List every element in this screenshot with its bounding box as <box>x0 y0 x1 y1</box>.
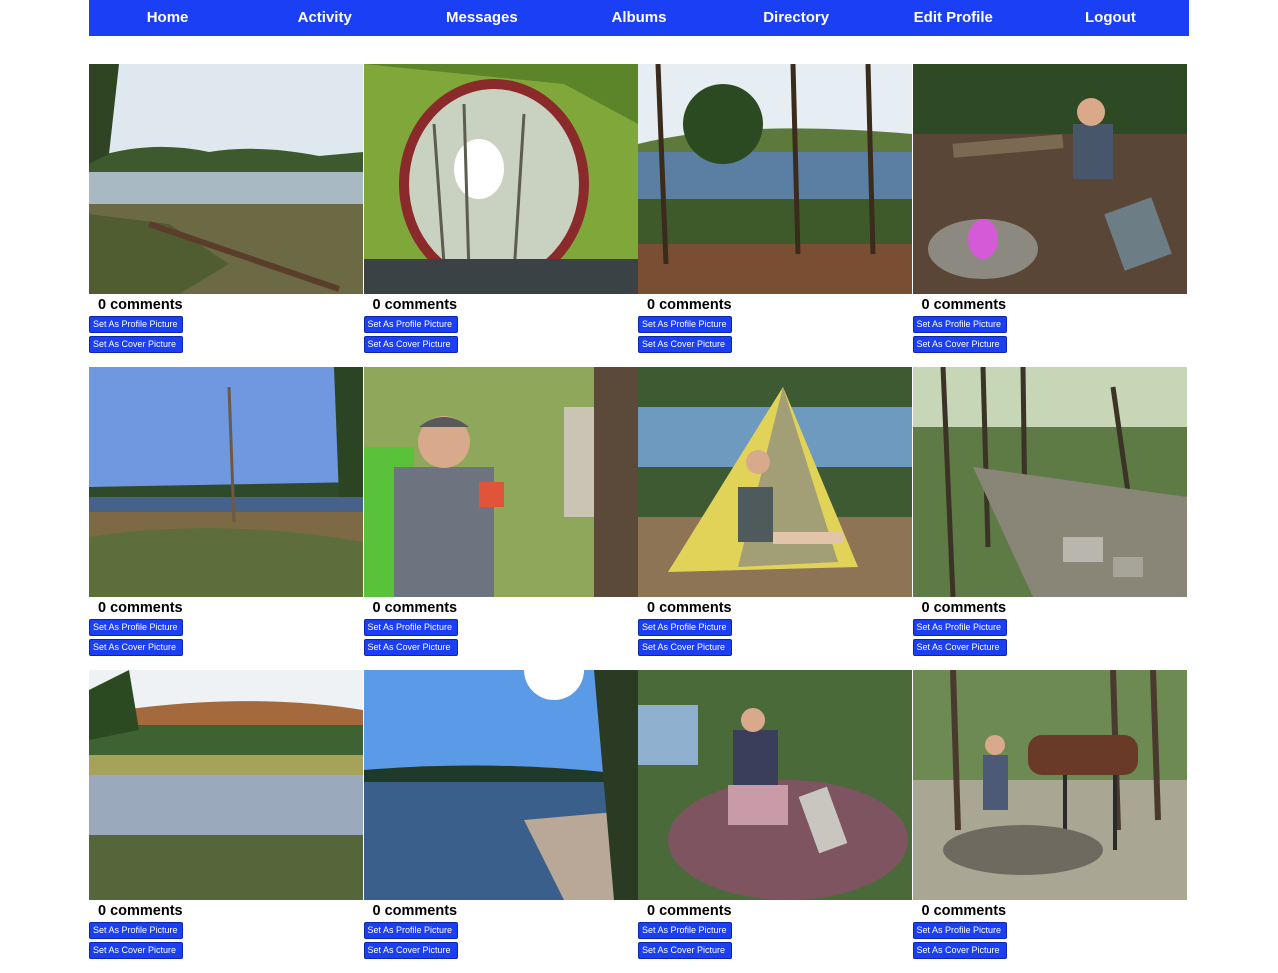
set-cover-picture-button[interactable]: Set As Cover Picture <box>638 336 732 353</box>
comment-count: 0 comments <box>98 600 183 616</box>
comment-count: 0 comments <box>647 600 732 616</box>
set-cover-picture-button[interactable]: Set As Cover Picture <box>89 336 183 353</box>
set-cover-picture-button[interactable]: Set As Cover Picture <box>638 942 732 959</box>
set-profile-picture-button[interactable]: Set As Profile Picture <box>912 619 1007 636</box>
set-profile-picture-button[interactable]: Set As Profile Picture <box>363 619 458 636</box>
comment-count: 0 comments <box>98 903 183 919</box>
nav-logout-link[interactable]: Logout <box>1032 0 1189 36</box>
photo-lake-view-trees[interactable] <box>638 64 912 294</box>
set-profile-picture-button[interactable]: Set As Profile Picture <box>89 922 183 939</box>
photo-card: 0 comments Set As Profile Picture Set As… <box>638 367 913 670</box>
photo-card: 0 comments Set As Profile Picture Set As… <box>638 670 913 973</box>
set-cover-picture-button[interactable]: Set As Cover Picture <box>363 942 458 959</box>
nav-albums-link[interactable]: Albums <box>560 0 717 36</box>
set-cover-picture-button[interactable]: Set As Cover Picture <box>363 336 458 353</box>
photo-row: 0 comments Set As Profile Picture Set As… <box>89 670 1187 973</box>
photo-card: 0 comments Set As Profile Picture Set As… <box>363 64 639 367</box>
set-profile-picture-button[interactable]: Set As Profile Picture <box>912 316 1007 333</box>
photo-wetland-pond[interactable] <box>89 670 363 900</box>
comment-count: 0 comments <box>921 903 1007 919</box>
comment-count: 0 comments <box>647 297 732 313</box>
photo-card: 0 comments Set As Profile Picture Set As… <box>638 64 913 367</box>
comment-count: 0 comments <box>372 297 458 313</box>
photo-sunny-lake[interactable] <box>363 670 638 900</box>
photo-row: 0 comments Set As Profile Picture Set As… <box>89 367 1187 670</box>
set-profile-picture-button[interactable]: Set As Profile Picture <box>638 922 732 939</box>
set-profile-picture-button[interactable]: Set As Profile Picture <box>363 316 458 333</box>
photo-card: 0 comments Set As Profile Picture Set As… <box>363 670 639 973</box>
nav-directory-link[interactable]: Directory <box>718 0 875 36</box>
nav-messages-link[interactable]: Messages <box>403 0 560 36</box>
set-profile-picture-button[interactable]: Set As Profile Picture <box>912 922 1007 939</box>
set-profile-picture-button[interactable]: Set As Profile Picture <box>638 619 732 636</box>
photo-card: 0 comments Set As Profile Picture Set As… <box>89 64 364 367</box>
photo-rocky-forest-trail[interactable] <box>912 367 1187 597</box>
set-profile-picture-button[interactable]: Set As Profile Picture <box>89 316 183 333</box>
comment-count: 0 comments <box>372 903 458 919</box>
set-cover-picture-button[interactable]: Set As Cover Picture <box>912 336 1007 353</box>
photo-lake-shore[interactable] <box>89 64 363 294</box>
photo-card: 0 comments Set As Profile Picture Set As… <box>89 670 364 973</box>
top-nav-bar: Home Activity Messages Albums Directory … <box>89 0 1189 36</box>
nav-home-link[interactable]: Home <box>89 0 246 36</box>
nav-activity-link[interactable]: Activity <box>246 0 403 36</box>
set-profile-picture-button[interactable]: Set As Profile Picture <box>638 316 732 333</box>
photo-man-with-big-horn[interactable] <box>912 670 1187 900</box>
set-profile-picture-button[interactable]: Set As Profile Picture <box>363 922 458 939</box>
set-cover-picture-button[interactable]: Set As Cover Picture <box>912 942 1007 959</box>
photo-tent-interior[interactable] <box>363 64 638 294</box>
comment-count: 0 comments <box>98 297 183 313</box>
set-cover-picture-button[interactable]: Set As Cover Picture <box>638 639 732 656</box>
photo-card: 0 comments Set As Profile Picture Set As… <box>912 367 1188 670</box>
set-cover-picture-button[interactable]: Set As Cover Picture <box>912 639 1007 656</box>
set-cover-picture-button[interactable]: Set As Cover Picture <box>89 942 183 959</box>
comment-count: 0 comments <box>921 297 1007 313</box>
nav-edit-profile-link[interactable]: Edit Profile <box>875 0 1032 36</box>
photo-marsh-dead-tree[interactable] <box>89 367 363 597</box>
photo-man-at-sign[interactable] <box>363 367 638 597</box>
set-cover-picture-button[interactable]: Set As Cover Picture <box>89 639 183 656</box>
photo-grid: 0 comments Set As Profile Picture Set As… <box>89 64 1187 973</box>
comment-count: 0 comments <box>647 903 732 919</box>
photo-card: 0 comments Set As Profile Picture Set As… <box>912 64 1188 367</box>
set-cover-picture-button[interactable]: Set As Cover Picture <box>363 639 458 656</box>
photo-row: 0 comments Set As Profile Picture Set As… <box>89 64 1187 367</box>
photo-card: 0 comments Set As Profile Picture Set As… <box>363 367 639 670</box>
photo-card: 0 comments Set As Profile Picture Set As… <box>912 670 1188 973</box>
photo-card: 0 comments Set As Profile Picture Set As… <box>89 367 364 670</box>
comment-count: 0 comments <box>372 600 458 616</box>
set-profile-picture-button[interactable]: Set As Profile Picture <box>89 619 183 636</box>
photo-man-on-rock[interactable] <box>638 670 912 900</box>
comment-count: 0 comments <box>921 600 1007 616</box>
photo-yellow-tarp-shelter[interactable] <box>638 367 912 597</box>
photo-man-by-campfire[interactable] <box>912 64 1187 294</box>
